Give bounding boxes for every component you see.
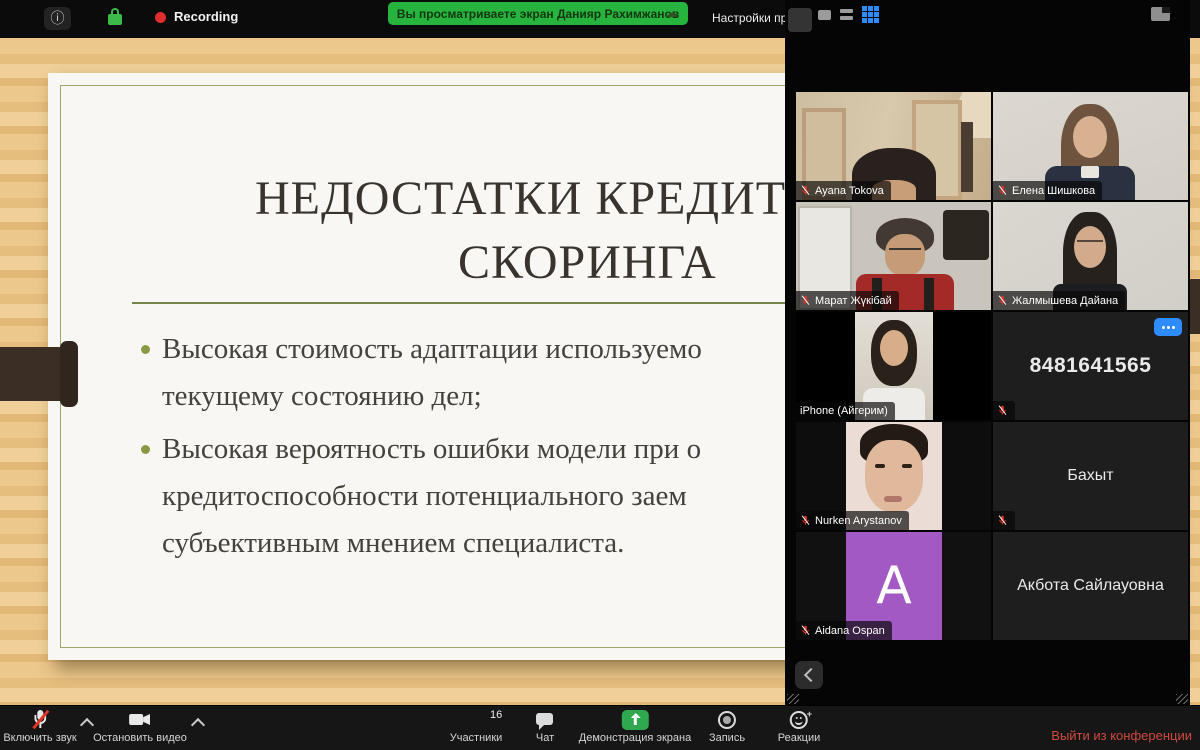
participant-tile[interactable]: Nurken Arystanov: [796, 422, 991, 530]
muted-mic-icon: [997, 514, 1008, 527]
speaker-view-icon[interactable]: [818, 10, 831, 20]
muted-mic-icon: [800, 624, 811, 637]
slide-title-line2: СКОРИНГА: [458, 235, 717, 290]
participant-tile[interactable]: Елена Шишкова: [993, 92, 1188, 200]
participant-tile[interactable]: Ayana Tokova: [796, 92, 991, 200]
slide-bullet-text: кредитоспособности потенциального заем: [162, 480, 687, 513]
reactions-button[interactable]: + Реакции: [778, 710, 821, 744]
slide-title-line1: НЕДОСТАТКИ КРЕДИТ: [255, 171, 786, 226]
unmute-button[interactable]: Включить звук: [3, 710, 76, 744]
participant-nametag: Марат Жүкібай: [796, 291, 899, 310]
participant-tile[interactable]: Жалмышева Дайана: [993, 202, 1188, 310]
bullet-dot: [141, 345, 150, 354]
participant-nametag: Жалмышева Дайана: [993, 291, 1125, 310]
banner-text: Вы просматриваете экран Данияр Рахимжано…: [397, 7, 679, 21]
participant-name: Aidana Ospan: [815, 625, 885, 637]
muted-mic-icon: [997, 294, 1008, 307]
participant-name-center: Акбота Сайлауовна: [993, 532, 1188, 640]
muted-mic-icon: [997, 404, 1008, 417]
more-options-button[interactable]: [1154, 318, 1182, 336]
encryption-lock-icon: [108, 8, 122, 28]
slide-theme-ribbon-knob: [60, 341, 78, 407]
participant-name: Ayana Tokova: [815, 185, 884, 197]
muted-mic-icon: [997, 184, 1008, 197]
participant-name: Елена Шишкова: [1012, 185, 1095, 197]
zoom-meeting-window: НЕДОСТАТКИ КРЕДИТ СКОРИНГА Высокая стоим…: [0, 0, 1200, 750]
participant-name: Жалмышева Дайана: [1012, 295, 1118, 307]
participants-count-badge: 16: [490, 709, 502, 721]
participant-tile[interactable]: 8481641565: [993, 312, 1188, 420]
participants-panel: Ayana Tokova Елена Шишкова: [785, 0, 1190, 705]
chevron-left-icon: [804, 668, 818, 682]
slide-theme-ribbon-left: [0, 347, 64, 401]
share-screen-button[interactable]: Демонстрация экрана: [579, 710, 691, 744]
meeting-info-icon[interactable]: ⓘ: [44, 7, 71, 30]
participants-icon: [464, 710, 488, 730]
stop-video-button[interactable]: Остановить видео: [93, 710, 187, 744]
participants-button[interactable]: 16 Участники: [450, 710, 503, 744]
viewing-screen-banner: Вы просматриваете экран Данияр Рахимжано…: [388, 2, 688, 25]
recording-label: Recording: [174, 9, 238, 24]
participant-tile[interactable]: iPhone (Айгерим): [796, 312, 991, 420]
record-button[interactable]: Запись: [709, 710, 745, 744]
strip-view-icon[interactable]: [840, 9, 853, 21]
audio-options-chevron[interactable]: [80, 718, 94, 732]
recording-dot-icon: [155, 12, 166, 23]
participant-name: Марат Жүкібай: [815, 295, 892, 307]
cloud-recording-icon: ☁: [665, 5, 678, 21]
mic-muted-icon: [30, 710, 50, 730]
video-options-chevron[interactable]: [191, 718, 205, 732]
gallery-previous-page-button[interactable]: [795, 661, 823, 689]
participant-nametag: [993, 511, 1015, 530]
participant-tile[interactable]: A Aidana Ospan: [796, 532, 991, 640]
chat-button[interactable]: Чат: [535, 710, 555, 744]
participant-name: Nurken Arystanov: [815, 515, 902, 527]
record-icon: [718, 711, 736, 729]
gallery-view-icon[interactable]: [862, 6, 879, 23]
leave-meeting-button[interactable]: Выйти из конференции: [1051, 728, 1192, 743]
slide-bullet-text: Высокая вероятность ошибки модели при о: [162, 433, 701, 466]
participant-nametag: [993, 401, 1015, 420]
share-screen-icon: [622, 710, 649, 730]
muted-mic-icon: [800, 514, 811, 527]
panel-resize-grip[interactable]: [787, 694, 799, 704]
participant-nametag: Aidana Ospan: [796, 621, 892, 640]
muted-mic-icon: [800, 184, 811, 197]
bullet-dot: [141, 445, 150, 454]
participant-name: iPhone (Айгерим): [800, 405, 888, 417]
participant-nametag: Ayana Tokova: [796, 181, 891, 200]
participant-tile[interactable]: Марат Жүкібай: [796, 202, 991, 310]
muted-mic-icon: [800, 294, 811, 307]
slide-bullet-text: субъективным мнением специалиста.: [162, 527, 624, 560]
slide-bullet-text: текущему состоянию дел;: [162, 380, 482, 413]
video-gallery-grid: Ayana Tokova Елена Шишкова: [796, 92, 1188, 640]
chat-icon: [535, 710, 555, 730]
panel-resize-grip[interactable]: [1176, 694, 1188, 704]
slide-theme-ribbon-right: [1190, 279, 1200, 334]
exit-minimized-view-icon[interactable]: [1151, 7, 1170, 21]
participant-nametag: iPhone (Айгерим): [796, 402, 895, 420]
participant-tile[interactable]: Акбота Сайлауовна: [993, 532, 1188, 640]
meeting-toolbar: Включить звук Остановить видео 16 Участн…: [0, 705, 1200, 750]
participant-tile[interactable]: Бахыт: [993, 422, 1188, 530]
slide-bullet-text: Высокая стоимость адаптации используемо: [162, 333, 702, 366]
reactions-icon: +: [790, 711, 808, 729]
participant-name-center: Бахыт: [993, 422, 1188, 530]
participant-nametag: Елена Шишкова: [993, 181, 1102, 200]
camera-icon: [129, 710, 151, 730]
participant-nametag: Nurken Arystanov: [796, 511, 909, 530]
view-options-dropdown-stub[interactable]: [788, 8, 812, 32]
